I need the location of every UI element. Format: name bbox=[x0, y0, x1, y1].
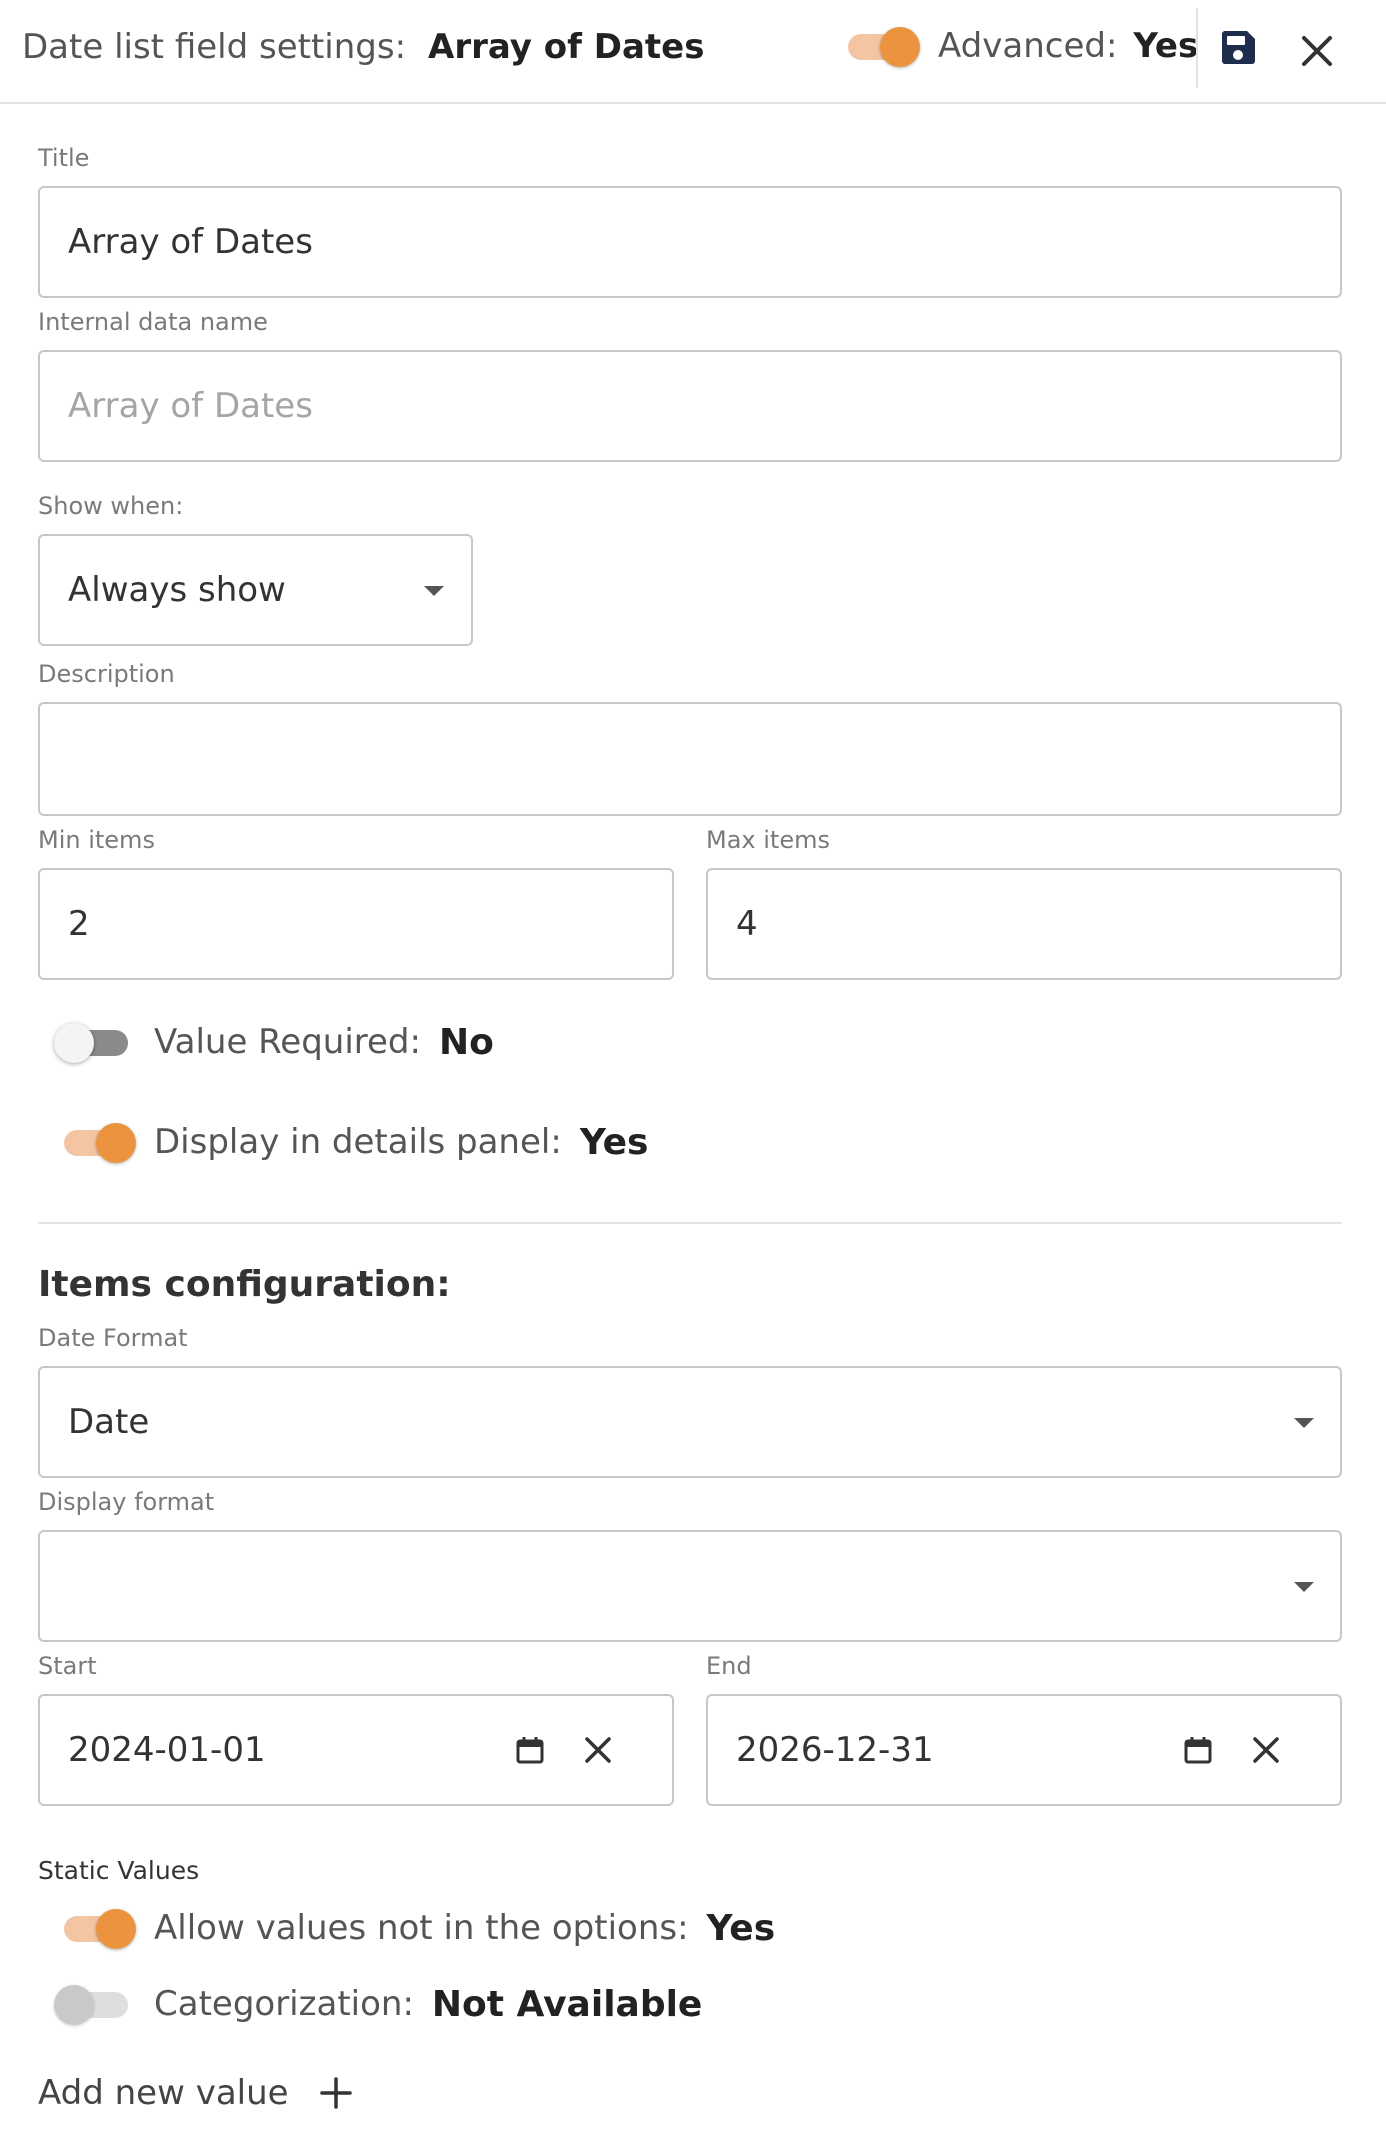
display-details-row: Display in details panel: Yes bbox=[154, 1120, 648, 1164]
chevron-down-icon bbox=[1294, 1582, 1314, 1592]
clear-icon[interactable] bbox=[582, 1734, 614, 1766]
show-when-value: Always show bbox=[68, 570, 286, 610]
max-items-value: 4 bbox=[736, 904, 758, 944]
display-details-value: Yes bbox=[579, 1121, 649, 1163]
display-details-label: Display in details panel: bbox=[154, 1122, 562, 1162]
save-icon[interactable] bbox=[1218, 28, 1258, 68]
description-input[interactable] bbox=[38, 702, 1342, 816]
calendar-icon[interactable] bbox=[514, 1734, 546, 1766]
categorization-label: Categorization: bbox=[154, 1984, 414, 2024]
value-required-label: Value Required: bbox=[154, 1022, 421, 1062]
end-date-value: 2026-12-31 bbox=[736, 1730, 934, 1770]
static-values-title: Static Values bbox=[38, 1856, 200, 1885]
value-required-toggle[interactable] bbox=[54, 1023, 130, 1063]
show-when-select[interactable]: Always show bbox=[38, 534, 473, 646]
chevron-down-icon bbox=[1294, 1418, 1314, 1428]
header-prefix: Date list field settings: bbox=[22, 27, 407, 67]
advanced-label: Advanced: bbox=[938, 26, 1118, 66]
display-format-select[interactable] bbox=[38, 1530, 1342, 1642]
show-when-label: Show when: bbox=[38, 492, 184, 520]
close-icon[interactable] bbox=[1297, 31, 1337, 71]
date-format-select[interactable]: Date bbox=[38, 1366, 1342, 1478]
start-date-input[interactable]: 2024-01-01 bbox=[38, 1694, 674, 1806]
end-date-input[interactable]: 2026-12-31 bbox=[706, 1694, 1342, 1806]
items-config-title: Items configuration: bbox=[38, 1264, 451, 1305]
calendar-icon[interactable] bbox=[1182, 1734, 1214, 1766]
advanced-value: Yes bbox=[1133, 26, 1199, 66]
categorization-value: Not Available bbox=[431, 1983, 703, 2025]
date-format-label: Date Format bbox=[38, 1324, 188, 1352]
categorization-row: Categorization: Not Available bbox=[154, 1982, 702, 2026]
section-divider bbox=[38, 1222, 1342, 1224]
start-date-value: 2024-01-01 bbox=[68, 1730, 266, 1770]
allow-values-label: Allow values not in the options: bbox=[154, 1908, 689, 1948]
description-label: Description bbox=[38, 660, 175, 688]
title-label: Title bbox=[38, 144, 90, 172]
value-required-value: No bbox=[438, 1021, 494, 1063]
title-input-value: Array of Dates bbox=[68, 222, 313, 262]
header-field-name: Array of Dates bbox=[428, 27, 705, 67]
internal-name-label: Internal data name bbox=[38, 308, 268, 336]
header-divider bbox=[1196, 8, 1198, 88]
add-new-value-label: Add new value bbox=[38, 2073, 289, 2113]
advanced-toggle[interactable] bbox=[844, 27, 920, 67]
internal-name-placeholder: Array of Dates bbox=[68, 386, 313, 426]
display-format-label: Display format bbox=[38, 1488, 215, 1516]
min-items-input[interactable]: 2 bbox=[38, 868, 674, 980]
start-label: Start bbox=[38, 1652, 97, 1680]
date-format-value: Date bbox=[68, 1402, 150, 1442]
advanced-toggle-row: Advanced: Yes bbox=[844, 24, 1198, 68]
end-label: End bbox=[706, 1652, 752, 1680]
internal-name-input[interactable]: Array of Dates bbox=[38, 350, 1342, 462]
allow-values-value: Yes bbox=[706, 1907, 776, 1949]
add-new-value-button[interactable]: Add new value bbox=[38, 2070, 353, 2116]
max-items-label: Max items bbox=[706, 826, 830, 854]
clear-icon[interactable] bbox=[1250, 1734, 1282, 1766]
allow-values-toggle[interactable] bbox=[60, 1909, 136, 1949]
max-items-input[interactable]: 4 bbox=[706, 868, 1342, 980]
min-items-label: Min items bbox=[38, 826, 155, 854]
chevron-down-icon bbox=[424, 586, 444, 596]
display-details-toggle[interactable] bbox=[60, 1123, 136, 1163]
min-items-value: 2 bbox=[68, 904, 90, 944]
settings-header: Date list field settings: Array of Dates … bbox=[0, 0, 1386, 104]
plus-icon bbox=[319, 2077, 352, 2109]
allow-values-row: Allow values not in the options: Yes bbox=[154, 1906, 775, 1950]
header-title: Date list field settings: Array of Dates bbox=[22, 27, 704, 67]
title-input[interactable]: Array of Dates bbox=[38, 186, 1342, 298]
value-required-row: Value Required: No bbox=[154, 1020, 494, 1064]
categorization-toggle bbox=[54, 1985, 130, 2025]
